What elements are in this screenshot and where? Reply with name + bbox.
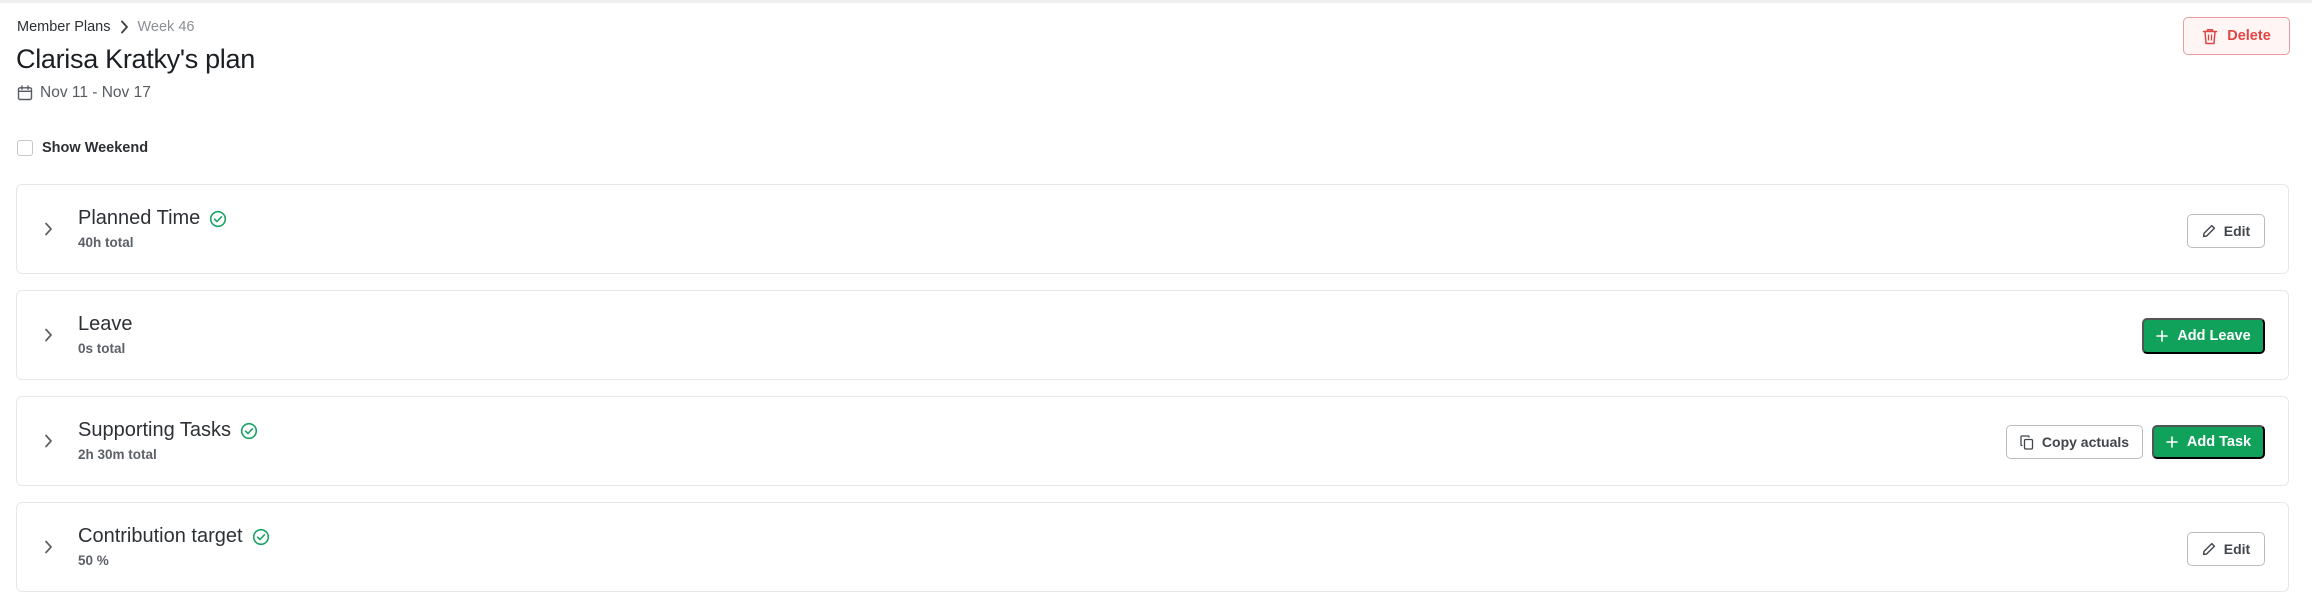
breadcrumb-current: Week 46 bbox=[137, 19, 195, 35]
section-header[interactable]: Supporting Tasks bbox=[78, 419, 258, 442]
add-leave-label: Add Leave bbox=[2177, 328, 2251, 344]
copy-icon bbox=[2020, 434, 2034, 450]
breadcrumb: Member Plans Week 46 bbox=[17, 19, 194, 35]
section-planned-time: Planned Time 40h total Edit bbox=[16, 184, 2289, 274]
edit-label: Edit bbox=[2223, 223, 2251, 239]
chevron-right-icon[interactable] bbox=[44, 540, 53, 554]
chevron-right-icon[interactable] bbox=[44, 328, 53, 342]
delete-button[interactable]: Delete bbox=[2183, 17, 2290, 55]
add-task-button[interactable]: Add Task bbox=[2152, 425, 2265, 459]
pencil-icon bbox=[2202, 542, 2216, 556]
show-weekend-label: Show Weekend bbox=[42, 140, 149, 156]
section-total: 0s total bbox=[78, 341, 126, 356]
section-total: 50 % bbox=[78, 553, 109, 568]
check-circle-icon bbox=[240, 422, 258, 440]
breadcrumb-member-plans[interactable]: Member Plans bbox=[17, 19, 110, 35]
edit-contribution-target-button[interactable]: Edit bbox=[2187, 532, 2265, 566]
chevron-right-icon bbox=[120, 20, 129, 34]
pencil-icon bbox=[2202, 224, 2216, 238]
add-leave-button[interactable]: Add Leave bbox=[2142, 318, 2265, 354]
check-circle-icon bbox=[252, 528, 270, 546]
copy-actuals-button[interactable]: Copy actuals bbox=[2006, 425, 2143, 459]
section-header[interactable]: Planned Time bbox=[78, 207, 227, 230]
show-weekend-checkbox[interactable] bbox=[17, 140, 33, 156]
section-title: Leave bbox=[78, 313, 133, 335]
chevron-right-icon[interactable] bbox=[44, 434, 53, 448]
section-title: Planned Time bbox=[78, 207, 201, 229]
plus-icon bbox=[2156, 330, 2169, 342]
plus-icon bbox=[2166, 436, 2178, 448]
date-range: Nov 11 - Nov 17 bbox=[17, 84, 151, 102]
calendar-icon bbox=[17, 85, 33, 101]
section-contribution-target: Contribution target 50 % Edit bbox=[16, 502, 2289, 592]
delete-label: Delete bbox=[2227, 28, 2271, 44]
trash-icon bbox=[2202, 28, 2218, 45]
copy-actuals-label: Copy actuals bbox=[2041, 434, 2130, 450]
check-circle-icon bbox=[209, 210, 227, 228]
show-weekend-toggle[interactable]: Show Weekend bbox=[17, 140, 148, 156]
page-title: Clarisa Kratky's plan bbox=[16, 44, 255, 74]
edit-planned-time-button[interactable]: Edit bbox=[2187, 214, 2265, 248]
chevron-right-icon[interactable] bbox=[44, 222, 53, 236]
date-range-text: Nov 11 - Nov 17 bbox=[40, 84, 151, 101]
section-title: Supporting Tasks bbox=[78, 419, 232, 441]
section-header[interactable]: Leave bbox=[78, 313, 133, 336]
section-leave: Leave 0s total Add Leave bbox=[16, 290, 2289, 380]
edit-label: Edit bbox=[2223, 541, 2251, 557]
section-total: 40h total bbox=[78, 235, 134, 250]
add-task-label: Add Task bbox=[2186, 434, 2252, 450]
section-header[interactable]: Contribution target bbox=[78, 525, 270, 548]
section-supporting-tasks: Supporting Tasks 2h 30m total Copy actua… bbox=[16, 396, 2289, 486]
top-divider bbox=[0, 0, 2312, 3]
section-title: Contribution target bbox=[78, 525, 243, 547]
section-total: 2h 30m total bbox=[78, 447, 157, 462]
